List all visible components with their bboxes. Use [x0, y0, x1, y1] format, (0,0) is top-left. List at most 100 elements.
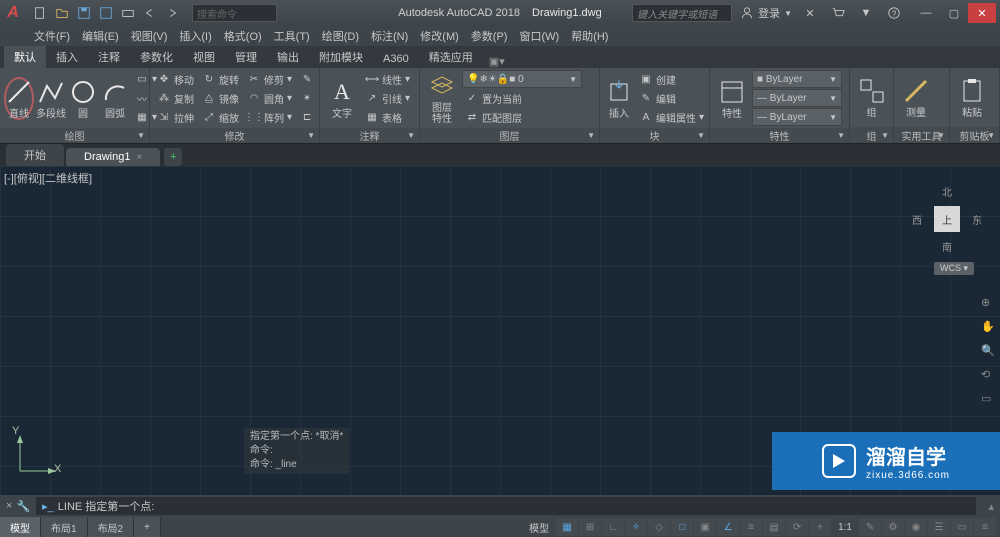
close-tab-icon[interactable]: ×: [136, 152, 142, 163]
snap-toggle-icon[interactable]: ⊞: [579, 518, 601, 536]
cart-icon[interactable]: [828, 3, 848, 23]
tab-layout1[interactable]: 布局1: [41, 517, 88, 537]
viewcube-east[interactable]: 东: [972, 212, 982, 227]
edit-attr-button[interactable]: A编辑属性▾: [636, 108, 707, 126]
copy-button[interactable]: ⁂复制: [154, 89, 197, 107]
edit-block-button[interactable]: ✎编辑: [636, 89, 707, 107]
text-button[interactable]: A 文字: [324, 77, 360, 120]
save-icon[interactable]: [74, 3, 94, 23]
polar-toggle-icon[interactable]: ✧: [625, 518, 647, 536]
ortho-toggle-icon[interactable]: ∟: [602, 518, 624, 536]
close-button[interactable]: ✕: [968, 3, 996, 23]
make-current-button[interactable]: ✓置为当前: [462, 89, 525, 107]
new-tab-button[interactable]: +: [164, 148, 182, 166]
fullnav-icon[interactable]: ⊕: [981, 296, 997, 312]
cycling-icon[interactable]: ⟳: [786, 518, 808, 536]
menu-dim[interactable]: 标注(N): [367, 28, 412, 44]
wcs-badge[interactable]: WCS ▾: [934, 262, 974, 275]
menu-file[interactable]: 文件(F): [30, 28, 74, 44]
menu-tools[interactable]: 工具(T): [270, 28, 314, 44]
layer-props-button[interactable]: 图层 特性: [424, 71, 460, 125]
circle-button[interactable]: 圆: [68, 77, 98, 120]
group-button[interactable]: 组: [854, 76, 889, 119]
pan-icon[interactable]: ✋: [981, 320, 997, 336]
rotate-button[interactable]: ↻旋转: [199, 70, 242, 88]
menu-view[interactable]: 视图(V): [127, 28, 172, 44]
help-icon[interactable]: ?: [884, 3, 904, 23]
viewport-label[interactable]: [-][俯视][二维线框]: [4, 170, 92, 186]
cmd-recent-icon[interactable]: ▴: [982, 500, 1000, 513]
workspace-icon[interactable]: ⚙: [882, 518, 904, 536]
customize-status-icon[interactable]: ≡: [974, 518, 996, 536]
scale-display[interactable]: 1:1: [832, 522, 858, 533]
scale-button[interactable]: ⤢缩放: [199, 108, 242, 126]
plot-icon[interactable]: [118, 3, 138, 23]
fillet-button[interactable]: ◠圆角▾: [244, 89, 295, 107]
isolate-icon[interactable]: ☰: [928, 518, 950, 536]
offset-icon[interactable]: ⊏: [297, 108, 317, 126]
move-button[interactable]: ✥移动: [154, 70, 197, 88]
zoom-icon[interactable]: 🔍: [981, 344, 997, 360]
hardware-icon[interactable]: ◉: [905, 518, 927, 536]
exchange-icon[interactable]: ✕: [800, 3, 820, 23]
array-button[interactable]: ⋮⋮阵列▾: [244, 108, 295, 126]
trim-button[interactable]: ✂修剪▾: [244, 70, 295, 88]
panel-annot-title[interactable]: 注释▼: [320, 128, 419, 143]
command-input[interactable]: ▸_ LINE 指定第一个点:: [36, 497, 976, 515]
viewcube-north[interactable]: 北: [942, 184, 952, 199]
insert-block-button[interactable]: 插入: [604, 77, 634, 120]
panel-draw-title[interactable]: 绘图▼: [0, 128, 149, 143]
grid-toggle-icon[interactable]: ▦: [556, 518, 578, 536]
measure-button[interactable]: 测量: [898, 76, 934, 119]
viewcube-south[interactable]: 南: [942, 239, 952, 254]
panel-util-title[interactable]: 实用工具▼: [894, 127, 949, 143]
app-logo[interactable]: A: [0, 0, 26, 26]
erase-icon[interactable]: ✎: [297, 70, 317, 88]
mirror-button[interactable]: ⧋镜像: [199, 89, 242, 107]
help-dropdown-icon[interactable]: ▼: [856, 3, 876, 23]
orbit-icon[interactable]: ⟲: [981, 368, 997, 384]
arc-button[interactable]: 圆弧: [100, 77, 130, 120]
annoscale-icon[interactable]: ✎: [859, 518, 881, 536]
leader-button[interactable]: ↗引线▾: [362, 89, 413, 107]
open-icon[interactable]: [52, 3, 72, 23]
panel-modify-title[interactable]: 修改▼: [150, 128, 319, 143]
tab-view[interactable]: 视图: [183, 46, 225, 68]
add-layout-button[interactable]: +: [134, 517, 161, 537]
menu-window[interactable]: 窗口(W): [515, 28, 563, 44]
menu-modify[interactable]: 修改(M): [416, 28, 463, 44]
annomonitor-icon[interactable]: +: [809, 518, 831, 536]
stretch-button[interactable]: ⇲拉伸: [154, 108, 197, 126]
tab-output[interactable]: 输出: [267, 46, 309, 68]
lineweight-combo[interactable]: — ByLayer▼: [752, 89, 842, 107]
panel-props-title[interactable]: 特性▼: [710, 128, 849, 143]
status-model[interactable]: 模型: [523, 520, 555, 535]
paste-button[interactable]: 粘贴: [954, 76, 990, 119]
polyline-button[interactable]: 多段线: [36, 77, 66, 120]
osnap-toggle-icon[interactable]: □: [671, 518, 693, 536]
lineweight-toggle-icon[interactable]: ≡: [740, 518, 762, 536]
create-block-button[interactable]: ▣创建: [636, 70, 707, 88]
menu-format[interactable]: 格式(O): [220, 28, 266, 44]
tab-layout2[interactable]: 布局2: [88, 517, 135, 537]
minimize-button[interactable]: —: [912, 3, 940, 23]
color-combo[interactable]: ■ ByLayer▼: [752, 70, 842, 88]
tab-default[interactable]: 默认: [4, 46, 46, 68]
keyword-search[interactable]: 键入关键字或短语: [632, 4, 732, 22]
3dosnap-icon[interactable]: ▣: [694, 518, 716, 536]
tab-manage[interactable]: 管理: [225, 46, 267, 68]
tab-drawing1[interactable]: Drawing1×: [66, 148, 160, 166]
tab-insert[interactable]: 插入: [46, 46, 88, 68]
line-button[interactable]: 直线: [4, 77, 34, 120]
menu-draw[interactable]: 绘图(D): [318, 28, 363, 44]
tab-annotate[interactable]: 注释: [88, 46, 130, 68]
tab-a360[interactable]: A360: [373, 50, 419, 68]
explode-icon[interactable]: ✴: [297, 89, 317, 107]
properties-button[interactable]: 特性: [714, 77, 750, 120]
login-button[interactable]: 登录 ▼: [740, 5, 792, 21]
tab-parametric[interactable]: 参数化: [130, 46, 183, 68]
new-icon[interactable]: [30, 3, 50, 23]
ribbon-expander-icon[interactable]: ▣▾: [489, 55, 505, 68]
menu-param[interactable]: 参数(P): [467, 28, 512, 44]
menu-insert[interactable]: 插入(I): [175, 28, 215, 44]
